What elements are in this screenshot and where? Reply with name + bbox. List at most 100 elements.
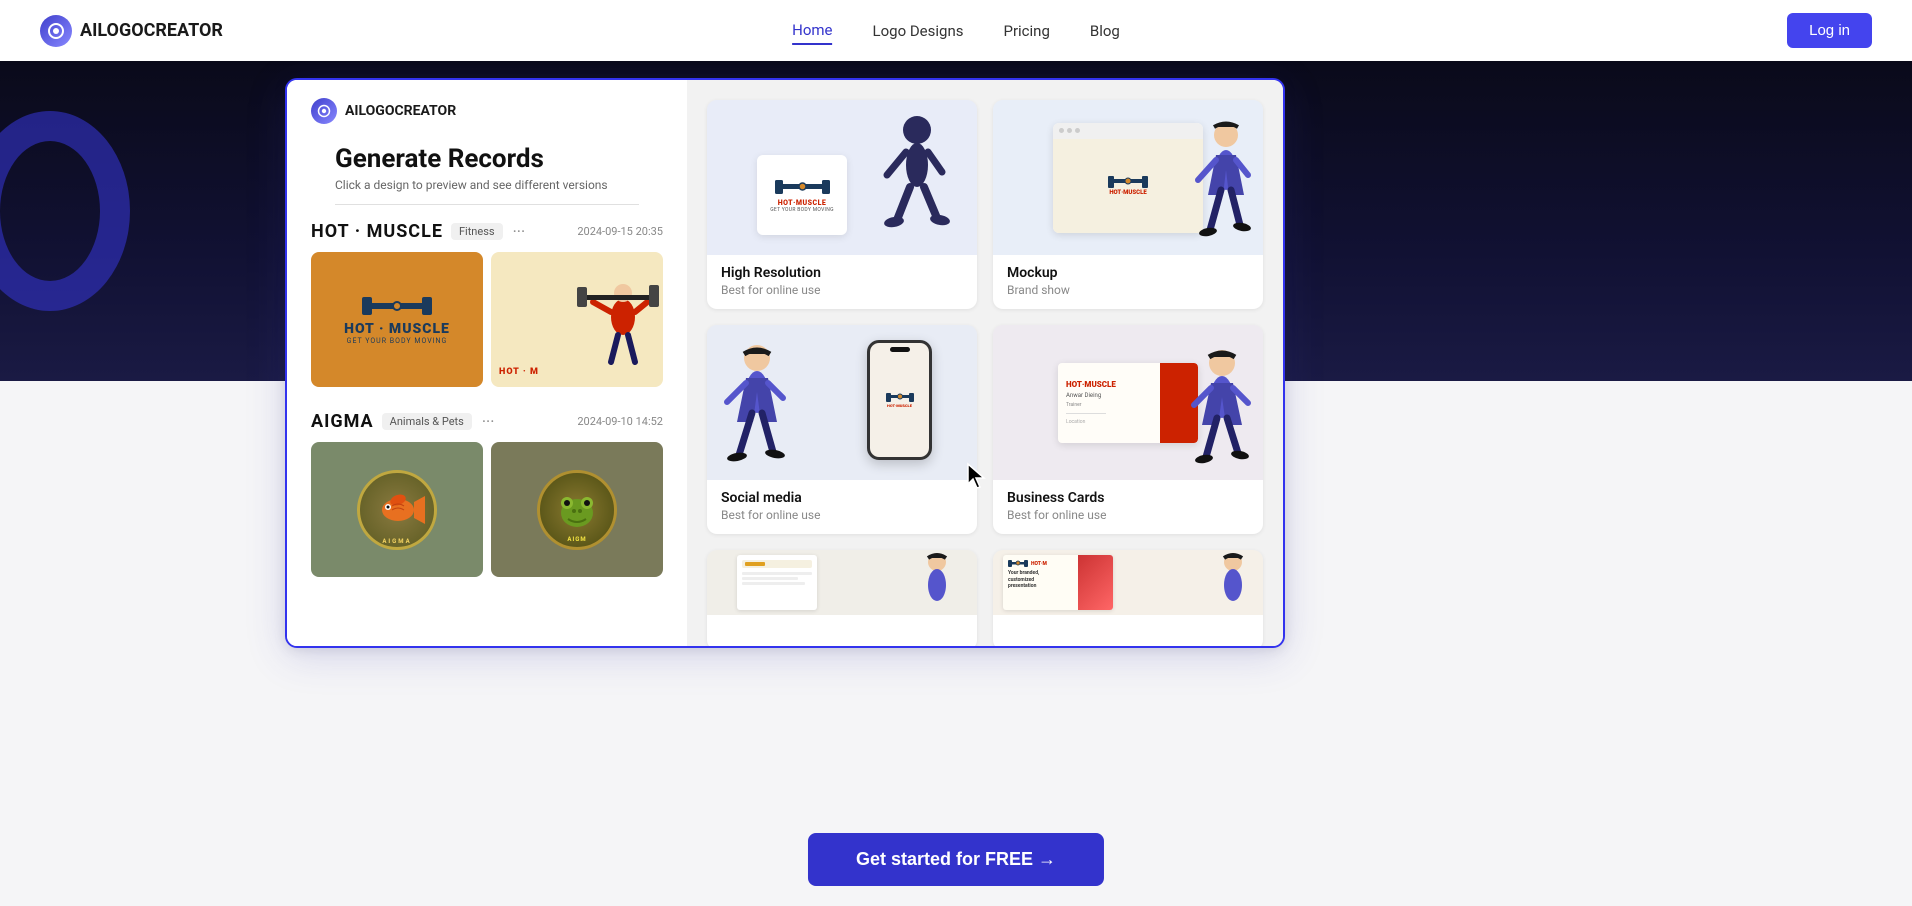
- logo-aigma-green: AIGMA: [311, 442, 483, 577]
- login-button[interactable]: Log in: [1787, 13, 1872, 48]
- mockup-logo-text: HOT·MUSCLE: [1109, 189, 1146, 196]
- brand[interactable]: AILOGOCREATOR: [40, 15, 223, 47]
- bottom-cta-container: Get started for FREE →: [808, 833, 1104, 886]
- decorative-circle: [0, 111, 130, 311]
- browser-content: HOT·MUSCLE: [1053, 139, 1203, 233]
- logo-hot-muscle-beige: HOT · M: [491, 252, 663, 387]
- logo-variant-2b[interactable]: AIGM: [491, 442, 663, 577]
- record-dots-2[interactable]: ···: [482, 412, 495, 431]
- export-card-presentation-image: HOT·M Your branded,customizedpresentatio…: [993, 550, 1263, 615]
- record-images-2: AIGMA: [311, 442, 663, 577]
- social-subtitle: Best for online use: [721, 508, 963, 522]
- logo-variant-1b[interactable]: HOT · M: [491, 252, 663, 387]
- hires-bg: HOT·MUSCLE GET YOUR BODY MOVING: [707, 100, 977, 255]
- record-name-1: HOT · MUSCLE: [311, 221, 443, 242]
- letterhead-logo-bar: [745, 562, 765, 566]
- left-panel: AILOGOCREATOR Generate Records Click a d…: [287, 80, 687, 646]
- nav-blog[interactable]: Blog: [1090, 18, 1120, 44]
- export-grid: HOT·MUSCLE GET YOUR BODY MOVING: [707, 100, 1263, 646]
- bizcard-bg: HOT·MUSCLE Anwar Dieing Trainer Location: [993, 325, 1263, 480]
- presentation-bg: HOT·M Your branded,customizedpresentatio…: [993, 550, 1263, 615]
- phone-logo: HOT·MUSCLE: [886, 392, 914, 408]
- presentation-person-svg: [1210, 550, 1255, 615]
- lh-line-1: [742, 572, 812, 575]
- export-card-bizcard-info: Business Cards Best for online use: [993, 480, 1263, 534]
- export-card-social-image: HOT·MUSCLE: [707, 325, 977, 480]
- social-bg: HOT·MUSCLE: [707, 325, 977, 480]
- record-hot-muscle: HOT · MUSCLE Fitness ··· 2024-09-15 20:3…: [287, 221, 687, 399]
- browser-logo: HOT·MUSCLE: [1108, 175, 1148, 196]
- record-title-row-1: HOT · MUSCLE Fitness ··· 2024-09-15 20:3…: [311, 221, 663, 242]
- logo-variant-1a[interactable]: HOT · MUSCLE GET YOUR BODY MOVING: [311, 252, 483, 387]
- export-card-hires-image: HOT·MUSCLE GET YOUR BODY MOVING: [707, 100, 977, 255]
- main-window: AILOGOCREATOR Generate Records Click a d…: [285, 78, 1285, 648]
- phone-logo-text: HOT·MUSCLE: [887, 403, 912, 408]
- export-card-mockup-image: HOT·MUSCLE: [993, 100, 1263, 255]
- brand-name: AILOGOCREATOR: [80, 20, 223, 41]
- social-title: Social media: [721, 490, 963, 506]
- mockup-subtitle: Brand show: [1007, 283, 1249, 297]
- fish-logo-text: AIGMA: [382, 538, 411, 545]
- record-date-2: 2024-09-10 14:52: [577, 415, 663, 428]
- record-aigma: AIGMA Animals & Pets ··· 2024-09-10 14:5…: [287, 411, 687, 589]
- export-card-hires-info: High Resolution Best for online use: [707, 255, 977, 309]
- hires-title: High Resolution: [721, 265, 963, 281]
- page-title: Generate Records: [311, 144, 663, 174]
- divider: [335, 204, 639, 205]
- record-title-row-2: AIGMA Animals & Pets ··· 2024-09-10 14:5…: [311, 411, 663, 432]
- letterhead-person-svg: [912, 550, 962, 615]
- record-badge-1: Fitness: [451, 223, 503, 240]
- lh-line-3: [742, 582, 805, 585]
- record-dots-1[interactable]: ···: [513, 222, 526, 241]
- export-card-mockup-info: Mockup Brand show: [993, 255, 1263, 309]
- mockup-bg: HOT·MUSCLE: [993, 100, 1263, 255]
- hires-person-svg: [747, 100, 977, 255]
- left-brand-name: AILOGOCREATOR: [345, 103, 456, 119]
- left-panel-header: AILOGOCREATOR Generate Records Click a d…: [287, 80, 687, 205]
- right-panel: HOT·MUSCLE GET YOUR BODY MOVING: [687, 80, 1283, 646]
- record-images-1: HOT · MUSCLE GET YOUR BODY MOVING: [311, 252, 663, 387]
- logo-aigma-brown: AIGM: [491, 442, 663, 577]
- browser-dot-3: [1075, 128, 1080, 133]
- brand-logo-icon: [40, 15, 72, 47]
- letterhead-bg: [707, 550, 977, 615]
- record-date-1: 2024-09-15 20:35: [577, 225, 663, 238]
- phone-notch: [890, 347, 910, 352]
- left-logo-icon: [311, 98, 337, 124]
- biz-card-text-block: HOT·MUSCLE Anwar Dieing Trainer Location: [1066, 380, 1116, 425]
- browser-mockup: HOT·MUSCLE: [1053, 123, 1203, 233]
- nav-links: Home Logo Designs Pricing Blog: [792, 17, 1120, 45]
- nav-pricing[interactable]: Pricing: [1003, 18, 1049, 44]
- mockup-person-svg: [1188, 115, 1253, 255]
- export-card-hires[interactable]: HOT·MUSCLE GET YOUR BODY MOVING: [707, 100, 977, 309]
- nav-home[interactable]: Home: [792, 17, 832, 45]
- cta-button[interactable]: Get started for FREE →: [808, 833, 1104, 886]
- biz-card-role: Trainer: [1066, 402, 1116, 408]
- slide-red-accent: [1078, 555, 1113, 610]
- export-card-bizcard[interactable]: HOT·MUSCLE Anwar Dieing Trainer Location: [993, 325, 1263, 534]
- slide-logo-text: HOT·M: [1031, 561, 1047, 567]
- biz-card-content: HOT·MUSCLE Anwar Dieing Trainer Location: [1058, 363, 1198, 443]
- logo-sub-text: GET YOUR BODY MOVING: [347, 337, 448, 345]
- export-card-mockup[interactable]: HOT·MUSCLE: [993, 100, 1263, 309]
- export-card-presentation[interactable]: HOT·M Your branded,customizedpresentatio…: [993, 550, 1263, 646]
- letterhead-header-bar: [742, 560, 812, 568]
- page-subtitle: Click a design to preview and see differ…: [311, 178, 663, 192]
- navbar: AILOGOCREATOR Home Logo Designs Pricing …: [0, 0, 1912, 61]
- browser-bar: [1053, 123, 1203, 139]
- record-badge-2: Animals & Pets: [382, 413, 472, 430]
- biz-card-divider: [1066, 413, 1106, 414]
- left-logo: AILOGOCREATOR: [311, 98, 663, 124]
- nav-logo-designs[interactable]: Logo Designs: [873, 18, 964, 44]
- aigma-circle-text: AIGM: [567, 536, 586, 543]
- export-card-letterhead[interactable]: [707, 550, 977, 646]
- phone-mockup: HOT·MUSCLE: [867, 340, 932, 460]
- presentation-slide: HOT·M Your branded,customizedpresentatio…: [1003, 555, 1113, 610]
- export-card-social[interactable]: HOT·MUSCLE Social media Best for online …: [707, 325, 977, 534]
- hires-subtitle: Best for online use: [721, 283, 963, 297]
- left-panel-inner: AILOGOCREATOR Generate Records Click a d…: [287, 80, 687, 646]
- biz-card-sub: Anwar Dieing: [1066, 392, 1116, 399]
- bizcard-title: Business Cards: [1007, 490, 1249, 506]
- export-card-social-info: Social media Best for online use: [707, 480, 977, 534]
- logo-variant-2a[interactable]: AIGMA: [311, 442, 483, 577]
